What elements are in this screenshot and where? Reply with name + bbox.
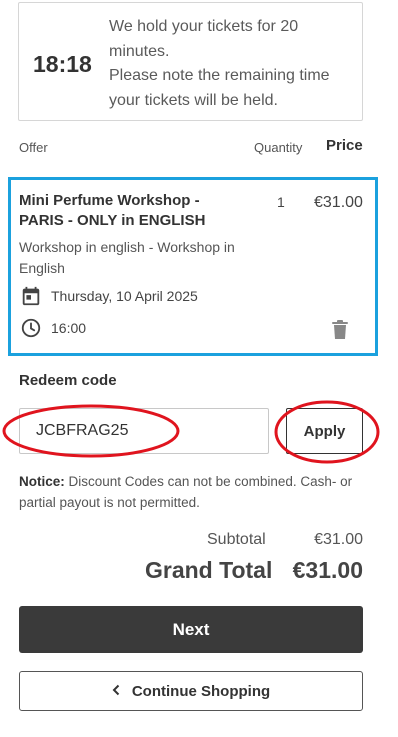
item-title: Mini Perfume Workshop - PARIS - ONLY in … <box>19 192 206 229</box>
chevron-left-icon <box>112 683 120 700</box>
header-quantity: Quantity <box>254 140 303 155</box>
subtotal-label: Subtotal <box>207 531 266 548</box>
redeem-code-title: Redeem code <box>19 372 117 389</box>
grand-total-label: Grand Total <box>145 557 273 583</box>
header-offer: Offer <box>19 140 48 155</box>
item-time: 16:00 <box>51 320 87 336</box>
apply-button[interactable]: Apply <box>286 408 363 454</box>
discount-code-input[interactable] <box>19 408 269 454</box>
timer-value: 18:18 <box>33 51 92 77</box>
item-description: Workshop in english - Workshop in Englis… <box>19 239 235 276</box>
trash-icon[interactable] <box>331 320 349 345</box>
timer-message: We hold your tickets for 20 minutes. Ple… <box>109 18 330 109</box>
discount-notice: Notice: Discount Codes can not be combin… <box>19 471 369 513</box>
notice-text: Discount Codes can not be combined. Cash… <box>19 474 353 510</box>
clock-icon <box>20 317 42 344</box>
subtotal-value: €31.00 <box>314 531 363 548</box>
grand-total-value: €31.00 <box>292 557 363 583</box>
cart-item: Mini Perfume Workshop - PARIS - ONLY in … <box>8 177 378 356</box>
header-price: Price <box>326 137 363 154</box>
calendar-icon <box>20 285 42 312</box>
item-price: €31.00 <box>314 194 363 211</box>
ticket-hold-timer: 18:18 We hold your tickets for 20 minute… <box>18 2 363 121</box>
continue-shopping-button[interactable]: Continue Shopping <box>19 671 363 711</box>
next-button[interactable]: Next <box>19 606 363 653</box>
item-date: Thursday, 10 April 2025 <box>51 288 198 304</box>
continue-shopping-label: Continue Shopping <box>131 682 271 700</box>
item-quantity: 1 <box>277 194 285 210</box>
notice-label: Notice: <box>19 474 65 489</box>
